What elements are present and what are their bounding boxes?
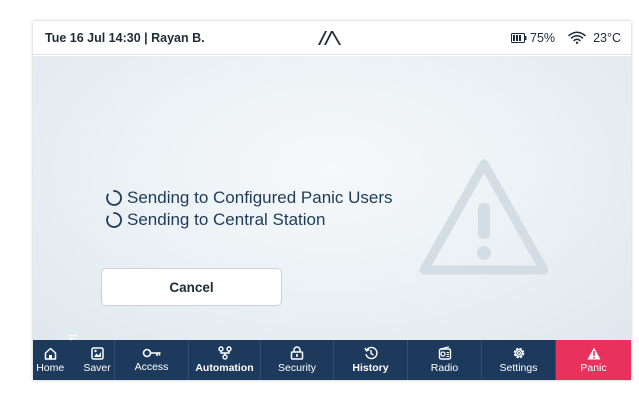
nav-saver-label: Saver — [83, 361, 111, 374]
wifi-icon — [568, 31, 586, 44]
nav-access[interactable]: Access — [115, 340, 189, 380]
battery-percent: 75% — [530, 30, 556, 45]
sending-status-list: Sending to Configured Panic Users Sendin… — [105, 187, 393, 231]
gear-icon — [513, 347, 524, 359]
nav-history[interactable]: History — [334, 340, 408, 380]
automation-icon — [217, 346, 232, 360]
status-bar: Tue 16 Jul 14:30 | Rayan B. 75% 23°C — [33, 21, 631, 55]
spinner-icon — [106, 190, 122, 206]
datetime-user: Tue 16 Jul 14:30 | Rayan B. — [45, 30, 205, 45]
nav-home[interactable]: Home — [36, 340, 64, 380]
status-indicators: 75% 23°C — [511, 31, 621, 45]
nav-settings[interactable]: Settings — [482, 340, 556, 380]
nav-panic-label: Panic — [580, 361, 607, 374]
saver-icon — [90, 346, 104, 360]
status-central-station-text: Sending to Central Station — [127, 210, 326, 229]
bottom-nav: Home ⇄ Saver Access Automation Security … — [33, 332, 631, 380]
status-panic-users: Sending to Configured Panic Users — [105, 187, 393, 209]
radio-icon — [438, 346, 451, 360]
cancel-button[interactable]: Cancel — [101, 268, 282, 306]
nav-access-label: Access — [134, 361, 169, 373]
nav-panic[interactable]: Panic — [556, 340, 631, 380]
nav-home-label: Home — [36, 361, 65, 374]
nav-radio[interactable]: Radio — [408, 340, 482, 380]
warning-watermark-icon — [419, 159, 549, 275]
nav-home-saver-group: Home ⇄ Saver — [33, 332, 115, 380]
nav-security-label: Security — [278, 362, 316, 374]
status-panic-users-text: Sending to Configured Panic Users — [127, 188, 393, 207]
nav-automation[interactable]: Automation — [189, 340, 261, 380]
logo-icon — [318, 31, 341, 45]
lock-icon — [290, 346, 304, 360]
alert-icon — [587, 347, 600, 359]
temperature: 23°C — [593, 30, 621, 45]
key-icon — [142, 348, 160, 358]
nav-automation-label: Automation — [195, 362, 254, 374]
swap-arrows-icon: ⇄ — [68, 332, 77, 343]
history-icon — [363, 346, 378, 360]
battery-icon — [511, 32, 527, 43]
nav-saver[interactable]: Saver — [83, 340, 111, 380]
home-icon — [44, 347, 56, 360]
nav-radio-label: Radio — [430, 362, 459, 374]
nav-settings-label: Settings — [499, 362, 538, 374]
nav-history-label: History — [352, 362, 389, 374]
spinner-icon — [106, 212, 122, 228]
panic-sending-panel: Sending to Configured Panic Users Sendin… — [33, 56, 631, 340]
nav-security[interactable]: Security — [261, 340, 334, 380]
status-central-station: Sending to Central Station — [105, 209, 393, 231]
battery-status: 75% — [511, 31, 555, 45]
device-screen: Tue 16 Jul 14:30 | Rayan B. 75% 23°C Sen… — [33, 21, 631, 380]
